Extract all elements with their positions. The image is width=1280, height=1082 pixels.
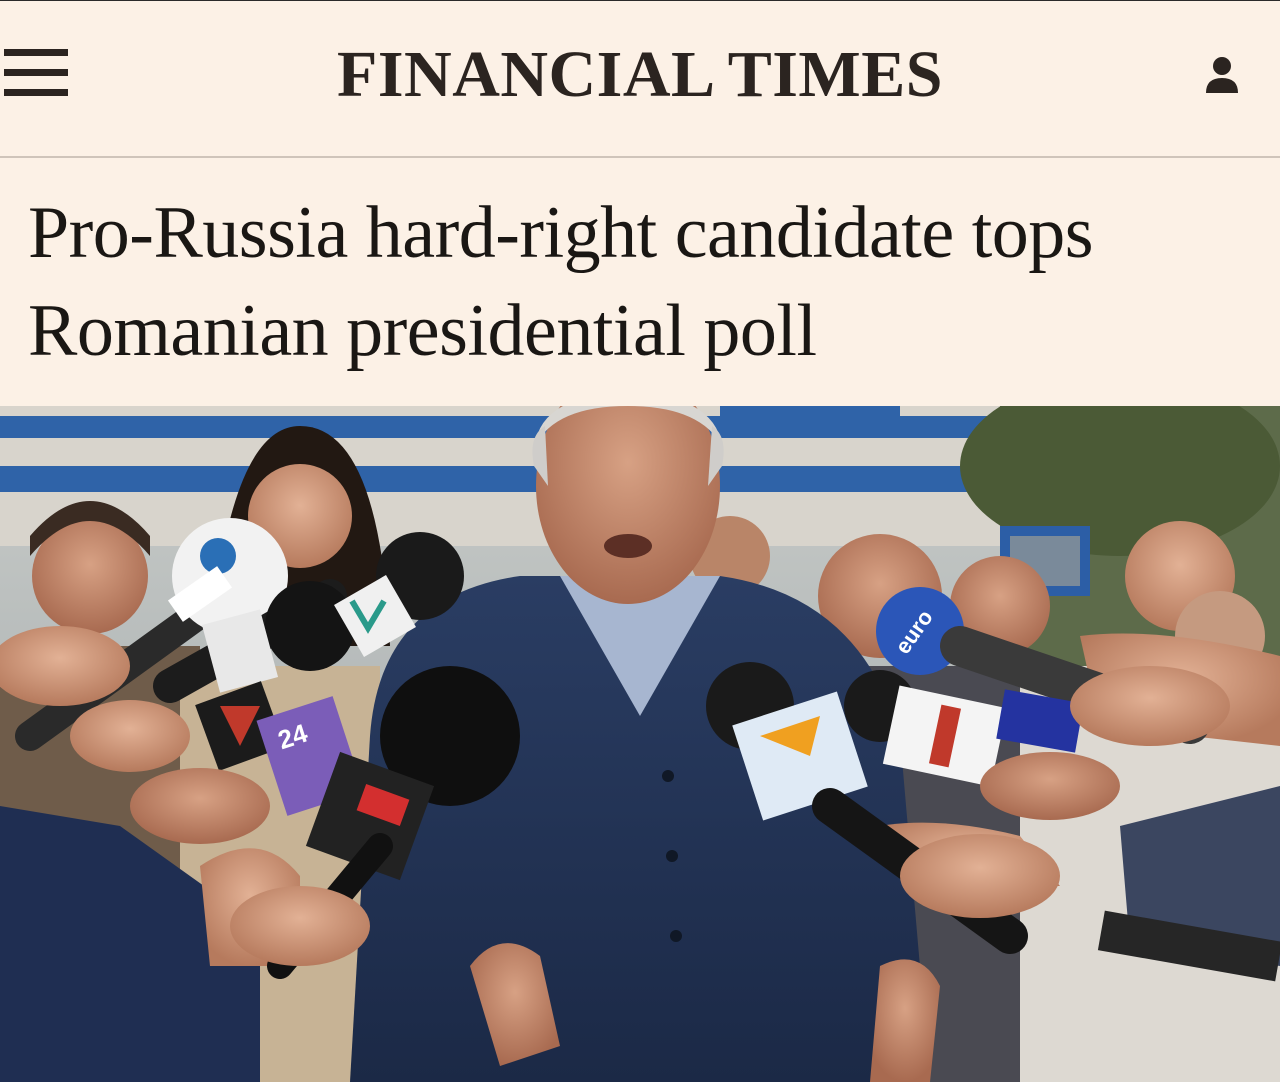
user-account-icon[interactable] (1200, 53, 1244, 101)
ft-article-page: FINANCIAL TIMES Pro-Russia hard-right ca… (0, 0, 1280, 1082)
article-headline[interactable]: Pro-Russia hard-right candidate tops Rom… (28, 184, 1258, 380)
site-header: FINANCIAL TIMES (0, 0, 1280, 158)
article-hero-image[interactable]: 24 euro (0, 406, 1280, 1082)
masthead-logo[interactable]: FINANCIAL TIMES (0, 37, 1280, 113)
